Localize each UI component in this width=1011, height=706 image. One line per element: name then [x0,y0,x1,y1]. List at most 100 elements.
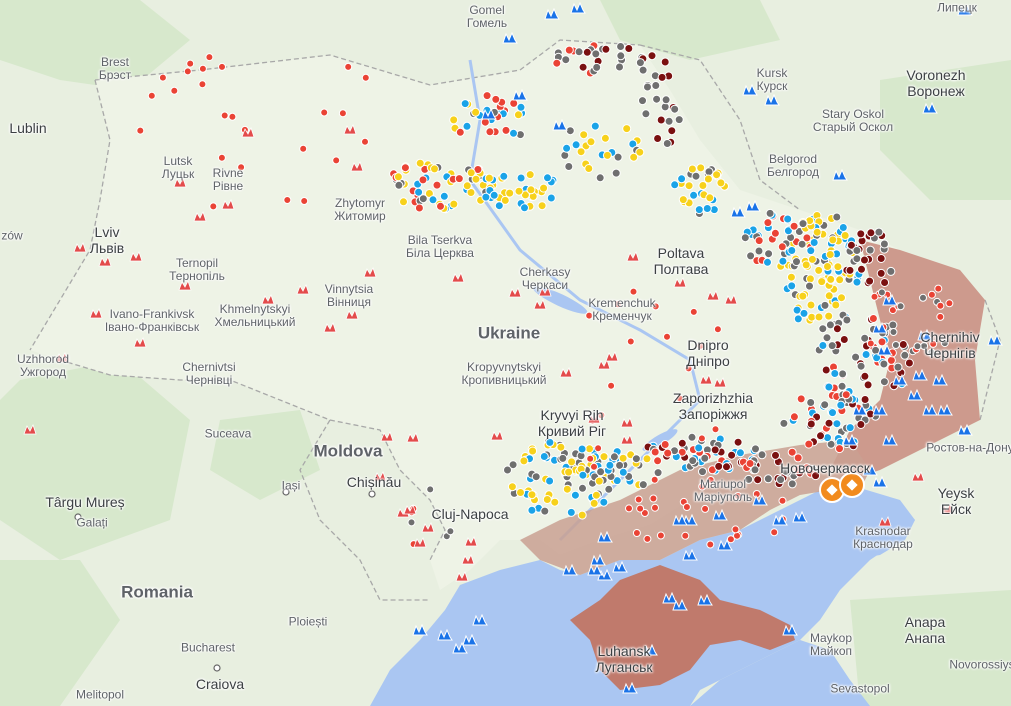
event-dot-blue[interactable] [861,350,871,359]
fire-icon[interactable] [406,431,420,443]
event-dot-red[interactable] [643,534,652,543]
event-dot-gray[interactable] [661,95,671,105]
fire-icon[interactable] [699,373,713,385]
event-dot-darkred[interactable] [860,371,870,381]
event-dot-red[interactable] [841,390,851,400]
event-dot-gray[interactable] [540,506,550,516]
event-dot-yellow[interactable] [537,201,547,211]
ship-icon[interactable] [412,623,428,636]
event-dot-red[interactable] [763,218,773,228]
event-dot-yellow[interactable] [539,183,549,193]
event-dot-red[interactable] [501,125,511,135]
ship-icon[interactable] [662,591,678,604]
ship-icon[interactable] [932,373,948,386]
event-dot-gray[interactable] [877,288,886,297]
event-dot-red[interactable] [586,454,595,463]
event-dot-darkred[interactable] [727,450,737,460]
event-dot-red[interactable] [170,86,179,95]
event-dot-yellow[interactable] [550,497,560,507]
ship-icon[interactable] [912,368,928,381]
event-dot-yellow[interactable] [687,164,697,174]
event-dot-darkred[interactable] [845,265,855,275]
event-dot-darkred[interactable] [832,324,842,334]
fire-icon[interactable] [724,293,738,305]
event-dot-blue[interactable] [545,437,555,447]
event-dot-yellow[interactable] [585,444,594,454]
event-dot-blue[interactable] [570,490,580,500]
event-dot-yellow[interactable] [586,137,596,147]
ship-icon[interactable] [745,199,761,212]
ship-icon[interactable] [570,1,586,14]
ship-icon[interactable] [832,168,848,181]
event-dot-red[interactable] [418,175,428,185]
event-dot-darkred[interactable] [860,395,870,404]
event-dot-gray[interactable] [578,483,587,493]
event-dot-red[interactable] [158,73,167,82]
event-dot-blue[interactable] [414,187,424,197]
event-dot-darkred[interactable] [677,438,687,448]
event-dot-blue[interactable] [494,201,504,211]
event-dot-blue[interactable] [830,369,840,378]
event-dot-yellow[interactable] [430,164,439,174]
event-dot-gray[interactable] [595,173,605,183]
fire-icon[interactable] [345,308,359,320]
event-dot-blue[interactable] [806,246,816,256]
event-dot-red[interactable] [870,292,879,301]
ship-icon[interactable] [552,118,568,131]
event-dot-blue[interactable] [828,408,837,418]
event-dot-gray[interactable] [643,82,652,92]
event-dot-yellow[interactable] [516,488,525,497]
event-dot-red[interactable] [682,503,691,511]
fire-icon[interactable] [911,470,925,482]
event-dot-yellow[interactable] [415,158,425,168]
event-dot-red[interactable] [777,242,787,252]
event-dot-yellow[interactable] [817,277,827,287]
event-dot-gray[interactable] [900,350,910,360]
ship-icon[interactable] [597,530,613,543]
event-dot-blue[interactable] [516,102,526,112]
event-dot-red[interactable] [706,540,715,549]
event-dot-blue[interactable] [562,143,572,153]
event-dot-gray[interactable] [688,456,698,466]
event-dot-blue[interactable] [787,281,797,291]
event-dot-red[interactable] [945,299,954,308]
fire-icon[interactable] [89,307,103,319]
event-dot-blue[interactable] [809,238,819,247]
event-dot-gray[interactable] [611,168,621,178]
event-dot-gray[interactable] [652,94,662,104]
event-dot-gray[interactable] [860,333,870,343]
event-dot-red[interactable] [485,127,495,137]
event-dot-blue[interactable] [571,140,581,150]
event-dot-red[interactable] [804,439,814,449]
event-dot-darkred[interactable] [904,358,914,368]
event-dot-gray[interactable] [616,42,626,51]
event-dot-red[interactable] [594,444,603,453]
event-dot-yellow[interactable] [542,495,552,504]
event-dot-yellow[interactable] [703,174,713,184]
fire-icon[interactable] [626,250,640,262]
event-dot-red[interactable] [183,67,192,76]
event-dot-blue[interactable] [689,190,699,200]
event-dot-yellow[interactable] [567,457,577,467]
event-dot-blue[interactable] [566,507,576,517]
event-dot-yellow[interactable] [525,170,535,180]
event-dot-red[interactable] [789,221,799,231]
event-dot-gray[interactable] [754,246,764,256]
event-dot-gray[interactable] [852,246,862,255]
ship-icon[interactable] [922,403,938,416]
event-dot-red[interactable] [509,98,519,108]
event-dot-red[interactable] [436,201,445,211]
event-dot-red[interactable] [651,503,659,512]
event-dot-darkred[interactable] [753,475,763,485]
event-dot-gray[interactable] [674,115,684,125]
ship-icon[interactable] [907,388,923,401]
fire-icon[interactable] [490,429,504,441]
event-dot-yellow[interactable] [594,476,604,486]
ship-icon[interactable] [562,563,578,576]
event-dot-gray[interactable] [635,58,645,68]
event-dot-red[interactable] [787,447,797,457]
event-dot-yellow[interactable] [698,181,708,190]
event-dot-yellow[interactable] [399,197,408,207]
ship-icon[interactable] [782,623,798,636]
event-dot-yellow[interactable] [507,482,517,492]
